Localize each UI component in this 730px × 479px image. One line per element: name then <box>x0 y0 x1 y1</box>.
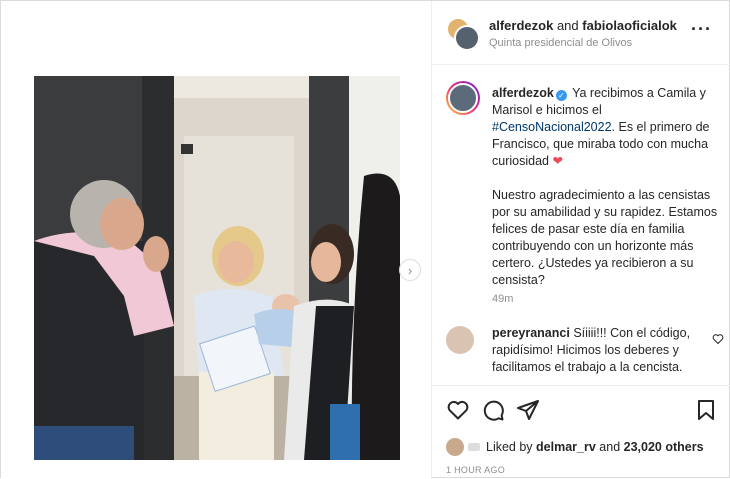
post-actions: Liked by delmar_rv and 23,020 others 1 H… <box>432 385 730 479</box>
caption-hashtag[interactable]: #CensoNacional2022 <box>492 120 612 134</box>
caption-text: alferdezok ✓ Ya recibimos a Camila y Mari… <box>492 85 718 289</box>
post-sidebar: alferdezok and fabiolaoficialok Quinta p… <box>431 1 730 479</box>
paper-plane-icon <box>517 400 539 420</box>
comment-bubble-icon <box>483 400 504 421</box>
avatar <box>448 83 478 113</box>
comment-text: pereyrananci Síiiii!!! Con el código, ra… <box>492 325 704 376</box>
caption-username[interactable]: alferdezok <box>492 86 554 100</box>
media-panel: › <box>1 1 431 479</box>
likes-prefix: Liked by <box>486 440 533 454</box>
author-username[interactable]: alferdezok <box>489 18 553 33</box>
caption-avatar[interactable] <box>446 81 480 115</box>
heart-outline-icon <box>447 400 469 420</box>
avatar[interactable] <box>446 326 474 354</box>
like-comment-button[interactable] <box>712 333 724 348</box>
chevron-right-icon: › <box>407 262 413 278</box>
avatar <box>446 438 464 456</box>
liker-badge <box>468 443 480 451</box>
coauthor-avatars[interactable] <box>446 17 480 51</box>
share-button[interactable] <box>516 398 540 422</box>
post-location[interactable]: Quinta presidencial de Olivos <box>489 37 632 49</box>
comment-button[interactable] <box>481 398 505 422</box>
avatar <box>454 25 480 51</box>
post-photo[interactable] <box>34 76 400 460</box>
like-button[interactable] <box>446 398 470 422</box>
more-options-button[interactable]: ··· <box>691 19 712 40</box>
post-header: alferdezok and fabiolaoficialok Quinta p… <box>432 1 730 65</box>
authors-conjunction: and <box>556 18 579 33</box>
post-authors: alferdezok and fabiolaoficialok <box>489 18 677 33</box>
likes-count[interactable]: 23,020 others <box>624 440 704 454</box>
photo-illustration <box>34 76 400 460</box>
comment-username[interactable]: pereyrananci <box>492 326 570 340</box>
instagram-post-window: › alferdezok and fabiolaoficialok Quinta… <box>0 0 730 479</box>
red-heart-emoji: ❤ <box>552 154 563 168</box>
post-timestamp: 1 HOUR AGO <box>446 465 506 475</box>
next-image-button[interactable]: › <box>399 259 421 281</box>
bookmark-icon <box>698 400 714 420</box>
likes-and: and <box>599 440 621 454</box>
liker-username[interactable]: delmar_rv <box>536 440 596 454</box>
caption-text-3: Nuestro agradecimiento a las censistas p… <box>492 188 718 287</box>
coauthor-username[interactable]: fabiolaoficialok <box>582 18 677 33</box>
likes-summary: Liked by delmar_rv and 23,020 others <box>446 438 704 456</box>
caption-time: 49m <box>492 293 514 305</box>
save-button[interactable] <box>694 398 718 422</box>
verified-badge-icon: ✓ <box>555 90 567 101</box>
heart-outline-icon <box>712 334 724 345</box>
more-horizontal-icon: ··· <box>691 19 712 39</box>
